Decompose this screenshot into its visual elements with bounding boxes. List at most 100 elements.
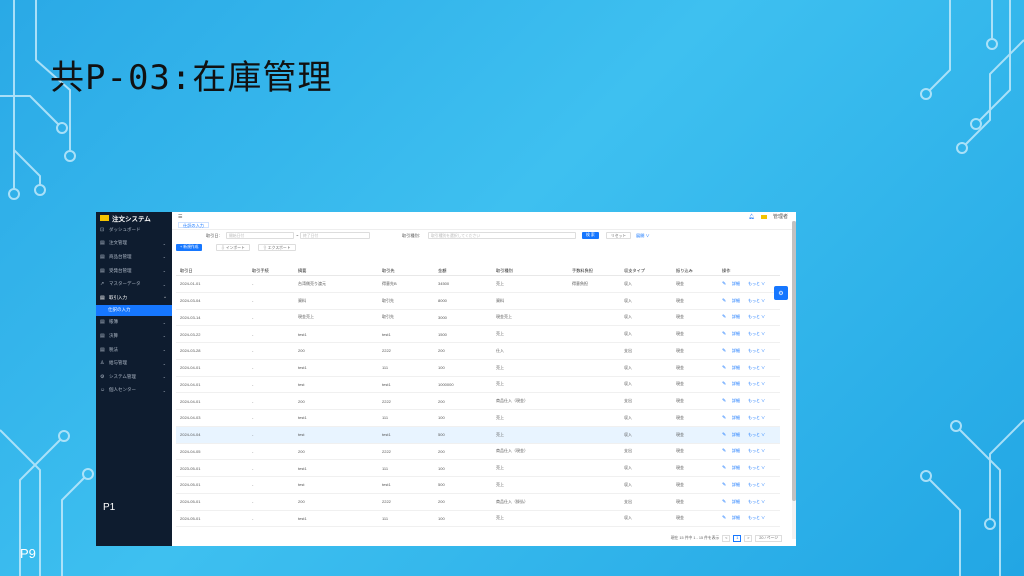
table-row[interactable]: 2024-04-04 - test test1 500 売上 収入 現金 ✎ 詳細 もっと ∨ [176,426,780,444]
more-dropdown[interactable]: もっと ∨ [748,427,765,443]
column-header[interactable]: 取引種別 [496,266,513,275]
edit-icon[interactable]: ✎ [722,276,726,292]
date-start-input[interactable]: 開始日付 [226,232,294,239]
sidebar-item[interactable]: ▤ 帳簿 ⌄ [96,316,172,330]
detail-link[interactable]: 詳細 [732,427,740,443]
edit-icon[interactable]: ✎ [722,477,726,493]
detail-link[interactable]: 詳細 [732,444,740,460]
more-dropdown[interactable]: もっと ∨ [748,326,765,342]
tab-journal-entry[interactable]: 仕訳の入力 [178,222,209,228]
more-dropdown[interactable]: もっと ∨ [748,293,765,309]
more-dropdown[interactable]: もっと ∨ [748,377,765,393]
edit-icon[interactable]: ✎ [722,410,726,426]
sidebar-item[interactable]: ↗ マスターデータ ⌄ [96,277,172,291]
edit-icon[interactable]: ✎ [722,377,726,393]
detail-link[interactable]: 詳細 [732,360,740,376]
detail-link[interactable]: 詳細 [732,511,740,527]
detail-link[interactable]: 詳細 [732,460,740,476]
more-dropdown[interactable]: もっと ∨ [748,460,765,476]
table-row[interactable]: 2024-05-01 - 200 2222 200 商品仕入（掛払） 支出 現金 ✎ 詳細 もっと … [176,494,780,511]
column-header[interactable]: 手数料負担 [572,266,593,275]
table-row[interactable]: 2024-04-01 - 200 2222 200 商品仕入（現金） 支出 現金 ✎ 詳細 もっと … [176,393,780,410]
more-dropdown[interactable]: もっと ∨ [748,310,765,326]
more-dropdown[interactable]: もっと ∨ [748,511,765,527]
edit-icon[interactable]: ✎ [722,427,726,443]
edit-icon[interactable]: ✎ [722,343,726,359]
table-row[interactable]: 2024-03-22 - test1 test1 1500 売上 収入 現金 ✎ 詳細 もっと ∨ [176,326,780,343]
detail-link[interactable]: 詳細 [732,293,740,309]
detail-link[interactable]: 詳細 [732,326,740,342]
sidebar-item[interactable]: ⊡ ダッシュボード [96,223,172,237]
table-row[interactable]: 2024-04-03 - test1 111 100 売上 収入 現金 ✎ 詳細 もっと ∨ [176,410,780,427]
edit-icon[interactable]: ✎ [722,494,726,510]
edit-icon[interactable]: ✎ [722,293,726,309]
detail-link[interactable]: 詳細 [732,310,740,326]
edit-icon[interactable]: ✎ [722,326,726,342]
settings-float-button[interactable]: ⚙ [774,286,788,300]
reset-button[interactable]: リセット [606,232,632,239]
detail-link[interactable]: 詳細 [732,343,740,359]
prev-page-button[interactable]: < [722,534,731,542]
sidebar-item[interactable]: ♙ 給与管理 ⌄ [96,356,172,370]
type-select[interactable]: 取引種別を選択してください [428,232,576,239]
sidebar-item[interactable]: ▤ 決算 ⌄ [96,329,172,343]
sidebar-item[interactable]: ▤ 受発台管理 ⌄ [96,264,172,278]
new-button[interactable]: + 新規作成 [176,244,203,251]
date-end-input[interactable]: 終了日付 [300,232,370,239]
search-button[interactable]: 検 索 [582,232,599,239]
sidebar-item[interactable]: ▤ 取引入力 ^ [96,291,172,305]
edit-icon[interactable]: ✎ [722,360,726,376]
more-dropdown[interactable]: もっと ∨ [748,360,765,376]
table-row[interactable]: 2024-03-14 - 現金売上 取引先 3000 現金売上 収入 現金 ✎ 詳細 もっと ∨ [176,310,780,327]
table-row[interactable]: 2024-03-28 - 200 2222 200 仕入 支出 現金 ✎ 詳細 もっと ∨ [176,343,780,360]
page-size-select[interactable]: 20 / ページ [755,534,782,542]
import-button[interactable]: ⇩ インポート [216,244,250,251]
more-dropdown[interactable]: もっと ∨ [748,410,765,426]
detail-link[interactable]: 詳細 [732,276,740,292]
detail-link[interactable]: 詳細 [732,393,740,409]
table-row[interactable]: 2024-04-01 - test1 111 100 売上 収入 現金 ✎ 詳細 もっと ∨ [176,360,780,377]
column-header[interactable]: 収支タイプ [624,266,645,275]
table-row[interactable]: 2024-01-01 - 台湾側売り渡元 得意先B 34500 売上 得意負担 収入 現金 ✎ 詳細… [176,276,780,293]
edit-icon[interactable]: ✎ [722,310,726,326]
export-button[interactable]: ⇧ エクスポート [258,244,296,251]
table-row[interactable]: 2024-04-01 - test test1 1000000 売上 収入 現金 ✎ 詳細 もっと … [176,377,780,394]
column-header[interactable]: 取引先 [382,266,395,275]
bell-icon[interactable]: 🔔︎ [749,214,755,220]
table-row[interactable]: 2024-05-01 - test1 111 100 売上 収入 現金 ✎ 詳細 もっと ∨ [176,511,780,528]
column-header[interactable]: 金額 [438,266,446,275]
more-dropdown[interactable]: もっと ∨ [748,343,765,359]
more-dropdown[interactable]: もっと ∨ [748,477,765,493]
column-header[interactable]: 摘要 [298,266,306,275]
detail-link[interactable]: 詳細 [732,377,740,393]
next-page-button[interactable]: > [744,534,753,542]
sidebar-item[interactable]: ▤ 注文管理 ⌄ [96,237,172,251]
edit-icon[interactable]: ✎ [722,511,726,527]
more-dropdown[interactable]: もっと ∨ [748,276,765,292]
edit-icon[interactable]: ✎ [722,460,726,476]
detail-link[interactable]: 詳細 [732,477,740,493]
avatar[interactable] [760,214,767,219]
scrollbar[interactable] [792,221,796,539]
table-row[interactable]: 2024-03-04 - 資料 取引先 8000 資料 収入 現金 ✎ 詳細 もっと ∨ [176,293,780,310]
column-header[interactable]: 操作 [722,266,730,275]
user-name[interactable]: 管理者 [773,213,788,220]
column-header[interactable]: 取引手続 [252,266,269,275]
edit-icon[interactable]: ✎ [722,444,726,460]
more-dropdown[interactable]: もっと ∨ [748,444,765,460]
edit-icon[interactable]: ✎ [722,393,726,409]
sidebar-item[interactable]: ⚙ システム管理 ⌄ [96,370,172,384]
table-row[interactable]: 2024-05-01 - test test1 500 売上 収入 現金 ✎ 詳細 もっと ∨ [176,477,780,494]
scrollbar-thumb[interactable] [792,221,796,501]
page-button-current[interactable]: 1 [733,534,742,542]
column-header[interactable]: 振り込み [676,266,693,275]
expand-link[interactable]: 展開 ∨ [636,233,650,239]
more-dropdown[interactable]: もっと ∨ [748,494,765,510]
sidebar-sub-item-active[interactable]: 仕訳の入力 [96,304,172,316]
more-dropdown[interactable]: もっと ∨ [748,393,765,409]
detail-link[interactable]: 詳細 [732,410,740,426]
table-row[interactable]: 2023-05-01 - test1 111 100 売上 収入 現金 ✎ 詳細 もっと ∨ [176,460,780,477]
menu-toggle-icon[interactable]: ☰ [178,214,182,220]
sidebar-item[interactable]: ☺ 個人センター ⌄ [96,384,172,398]
column-header[interactable]: 取引日 [180,266,193,275]
